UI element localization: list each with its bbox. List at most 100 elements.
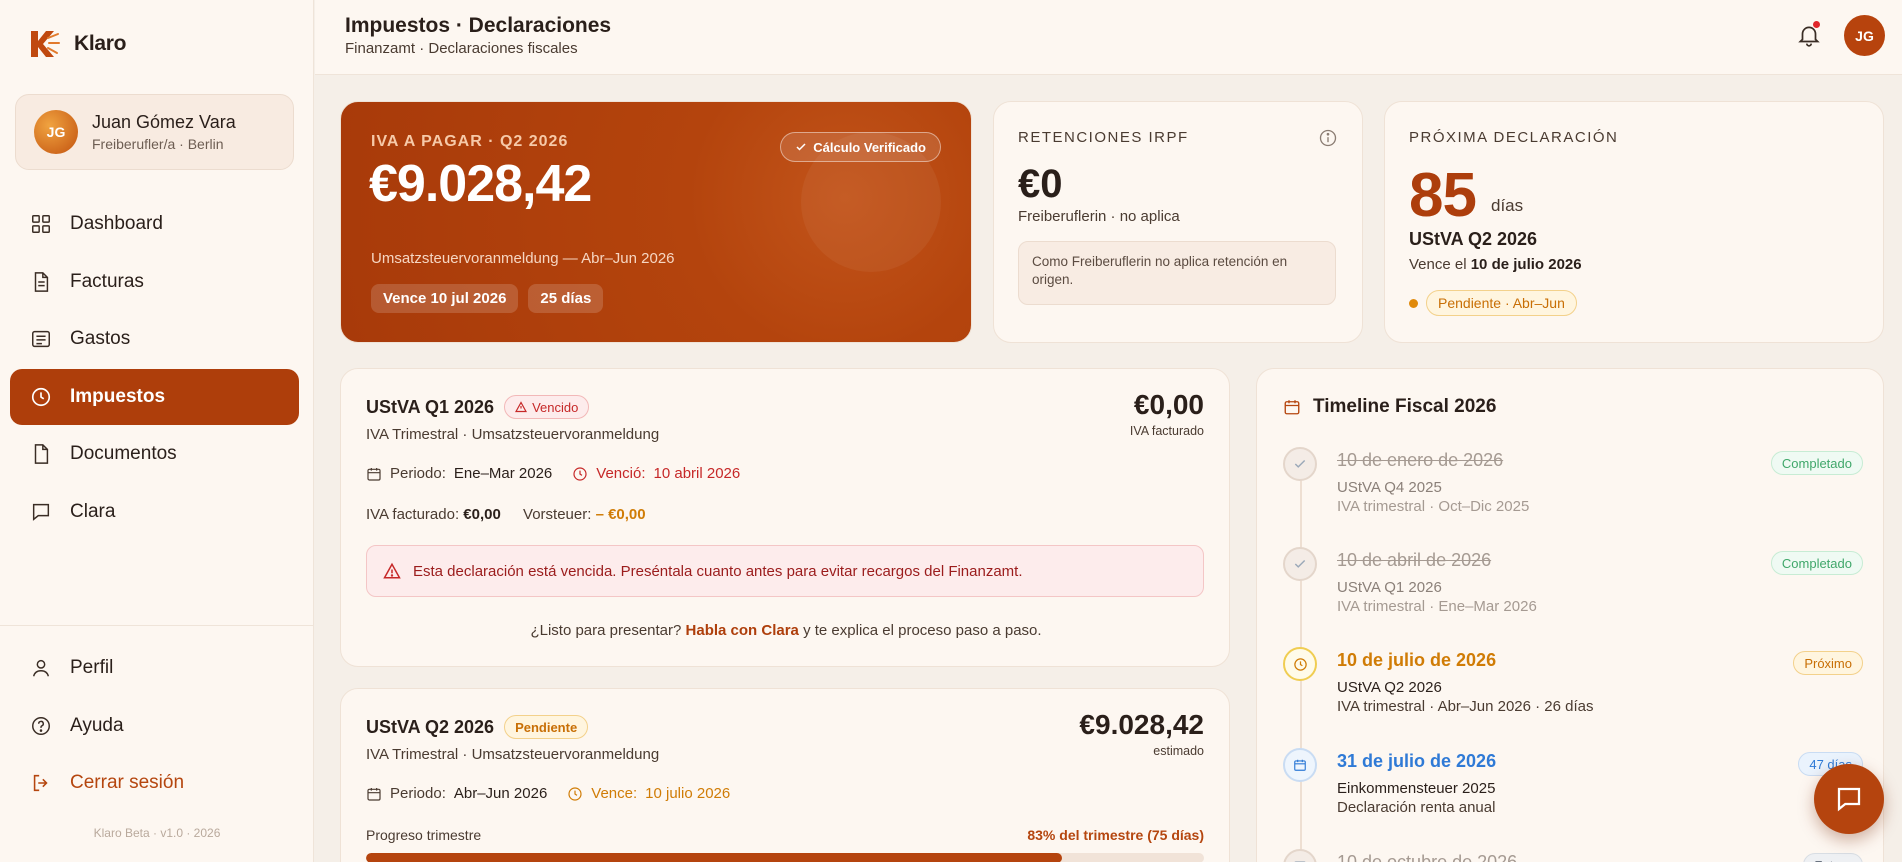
clock-icon	[1293, 657, 1307, 671]
next-status: Pendiente · Abr–Jun	[1409, 290, 1577, 316]
chat-fab-button[interactable]	[1814, 764, 1884, 834]
page-title: Impuestos · Declaraciones	[345, 14, 612, 37]
due-date-chip: Vence 10 jul 2026	[371, 284, 519, 313]
timeline-desc: IVA trimestral · Oct–Dic 2025	[1337, 498, 1530, 515]
timeline-date: 10 de enero de 2026	[1337, 450, 1504, 470]
user-card[interactable]: JG Juan Gómez Vara Freiberufler/a · Berl…	[15, 94, 294, 170]
sidebar-item-label: Dashboard	[70, 213, 163, 234]
sidebar-item-logout[interactable]: Cerrar sesión	[10, 755, 299, 811]
iva-summary-card: IVA A PAGAR · Q2 2026 €9.028,42 Cálculo …	[340, 101, 972, 343]
sidebar-item-perfil[interactable]: Perfil	[10, 640, 299, 696]
timeline-title: Timeline Fiscal 2026	[1283, 396, 1496, 418]
sidebar-item-documentos[interactable]: Documentos	[10, 426, 299, 482]
grid-icon	[32, 215, 50, 233]
vorsteuer-value: – €0,00	[595, 506, 646, 523]
declaration-name: UStVA Q2 2026	[366, 716, 495, 737]
chat-icon	[1837, 787, 1861, 812]
period-label: Periodo:	[390, 785, 446, 802]
next-declaration-card: PRÓXIMA DECLARACIÓN 85 días UStVA Q2 202…	[1384, 101, 1884, 343]
declaration-subtitle: IVA Trimestral · Umsatzsteuervoranmeldun…	[366, 746, 660, 763]
clock-icon	[31, 387, 51, 406]
declaration-period-row: Periodo: Ene–Mar 2026 Venció: 10 abril 2…	[366, 465, 740, 482]
sidebar-item-dashboard[interactable]: Dashboard	[10, 196, 299, 252]
warning-icon	[383, 562, 401, 579]
iva-label: IVA A PAGAR · Q2 2026	[371, 133, 569, 150]
timeline-title-text: Timeline Fiscal 2026	[1313, 396, 1497, 417]
app-version: Klaro Beta · v1.0 · 2026	[93, 826, 221, 840]
vorsteuer-label: Vorsteuer:	[523, 506, 592, 523]
check-icon	[796, 143, 806, 151]
timeline-desc: IVA trimestral · Ene–Mar 2026	[1337, 598, 1537, 615]
declaration-amount: €9.028,42	[1079, 709, 1204, 740]
fiscal-timeline-card: Timeline Fiscal 2026 10 de enero de 2026…	[1256, 368, 1884, 862]
header-avatar[interactable]: JG	[1844, 15, 1885, 56]
calendar-icon	[1294, 759, 1306, 771]
user-icon	[32, 659, 50, 677]
timeline-name: UStVA Q2 2026	[1337, 679, 1442, 696]
sidebar-item-label: Perfil	[70, 657, 114, 678]
calendar-icon	[367, 787, 381, 801]
next-days-label: días	[1491, 196, 1524, 215]
timeline-name: UStVA Q1 2026	[1337, 579, 1442, 596]
top-header: Impuestos · Declaraciones Finanzamt · De…	[315, 0, 1902, 75]
sidebar-item-gastos[interactable]: Gastos	[10, 311, 299, 367]
sidebar-item-ayuda[interactable]: Ayuda	[10, 698, 299, 754]
iva-chips: Vence 10 jul 2026 25 días	[371, 284, 604, 313]
timeline-node	[1283, 849, 1317, 862]
sidebar-item-label: Clara	[70, 500, 116, 522]
irpf-label: RETENCIONES IRPF	[1018, 129, 1189, 146]
check-icon	[1294, 560, 1306, 568]
progress-bar-fill	[366, 853, 1062, 862]
status-dot	[1409, 298, 1418, 308]
receipt-icon	[32, 330, 50, 348]
klaro-logo-icon	[31, 31, 60, 57]
declaration-amounts-row: IVA facturado: €0,00 Vorsteuer: – €0,00	[366, 506, 646, 523]
declaration-card-q1: UStVA Q1 2026 Vencido IVA Trimestral · U…	[340, 368, 1230, 667]
declaration-period-row: Periodo: Abr–Jun 2026 Vence: 10 julio 20…	[366, 785, 730, 802]
status-badge: Completado	[1770, 451, 1863, 475]
timeline-desc: IVA trimestral · Abr–Jun 2026 · 26 días	[1337, 698, 1594, 715]
iva-facturado-value: €0,00	[463, 506, 501, 523]
clock-icon	[568, 786, 582, 801]
cta-prefix: ¿Listo para presentar?	[530, 622, 682, 639]
sidebar-item-clara[interactable]: Clara	[10, 484, 299, 540]
irpf-card: RETENCIONES IRPF €0 Freiberuflerin · no …	[993, 101, 1363, 343]
overdue-badge: Vencido	[504, 395, 590, 419]
period-label: Periodo:	[390, 465, 446, 482]
sidebar-item-facturas[interactable]: Facturas	[10, 254, 299, 310]
pending-badge: Pendiente	[504, 715, 589, 739]
progress-bar	[366, 853, 1204, 862]
file-icon	[34, 444, 49, 464]
sidebar: Klaro JG Juan Gómez Vara Freiberufler/a …	[0, 0, 314, 862]
nav-divider	[0, 625, 314, 626]
progress-label: Progreso trimestre	[366, 827, 482, 843]
timeline-node	[1283, 748, 1317, 782]
next-due-date: 10 de julio 2026	[1470, 256, 1582, 273]
timeline-node	[1283, 547, 1317, 581]
iva-amount: €9.028,42	[369, 155, 592, 213]
status-badge: Completado	[1770, 551, 1863, 575]
timeline-date: 10 de abril de 2026	[1337, 550, 1492, 570]
declaration-title: UStVA Q2 2026 Pendiente	[366, 715, 589, 739]
help-icon	[32, 716, 50, 735]
avatar: JG	[34, 110, 78, 154]
progress-percent: 83% del trimestre (75 días)	[1027, 827, 1204, 843]
verified-badge-label: Cálculo Verificado	[813, 139, 926, 155]
status-badge: Próximo	[1793, 651, 1863, 675]
irpf-subtitle: Freiberuflerin · no aplica	[1018, 208, 1180, 225]
period-value: Ene–Mar 2026	[453, 465, 553, 482]
irpf-note: Como Freiberuflerin no aplica retención …	[1018, 241, 1336, 305]
info-icon[interactable]	[1318, 128, 1338, 148]
due-label: Vence:	[591, 785, 638, 802]
next-due-prefix: Vence el	[1409, 256, 1467, 273]
declaration-card-q2: UStVA Q2 2026 Pendiente IVA Trimestral ·…	[340, 688, 1230, 862]
declaration-amount-label: IVA facturado	[1129, 424, 1204, 438]
sidebar-item-impuestos[interactable]: Impuestos	[10, 368, 299, 425]
brand[interactable]: Klaro	[28, 28, 126, 60]
timeline-node	[1283, 647, 1317, 681]
verified-badge: Cálculo Verificado	[780, 132, 941, 162]
talk-to-clara-link[interactable]: Habla con Clara	[686, 622, 799, 639]
page-subtitle: Finanzamt · Declaraciones fiscales	[345, 40, 578, 57]
timeline-node	[1283, 447, 1317, 481]
next-label: PRÓXIMA DECLARACIÓN	[1409, 129, 1619, 146]
